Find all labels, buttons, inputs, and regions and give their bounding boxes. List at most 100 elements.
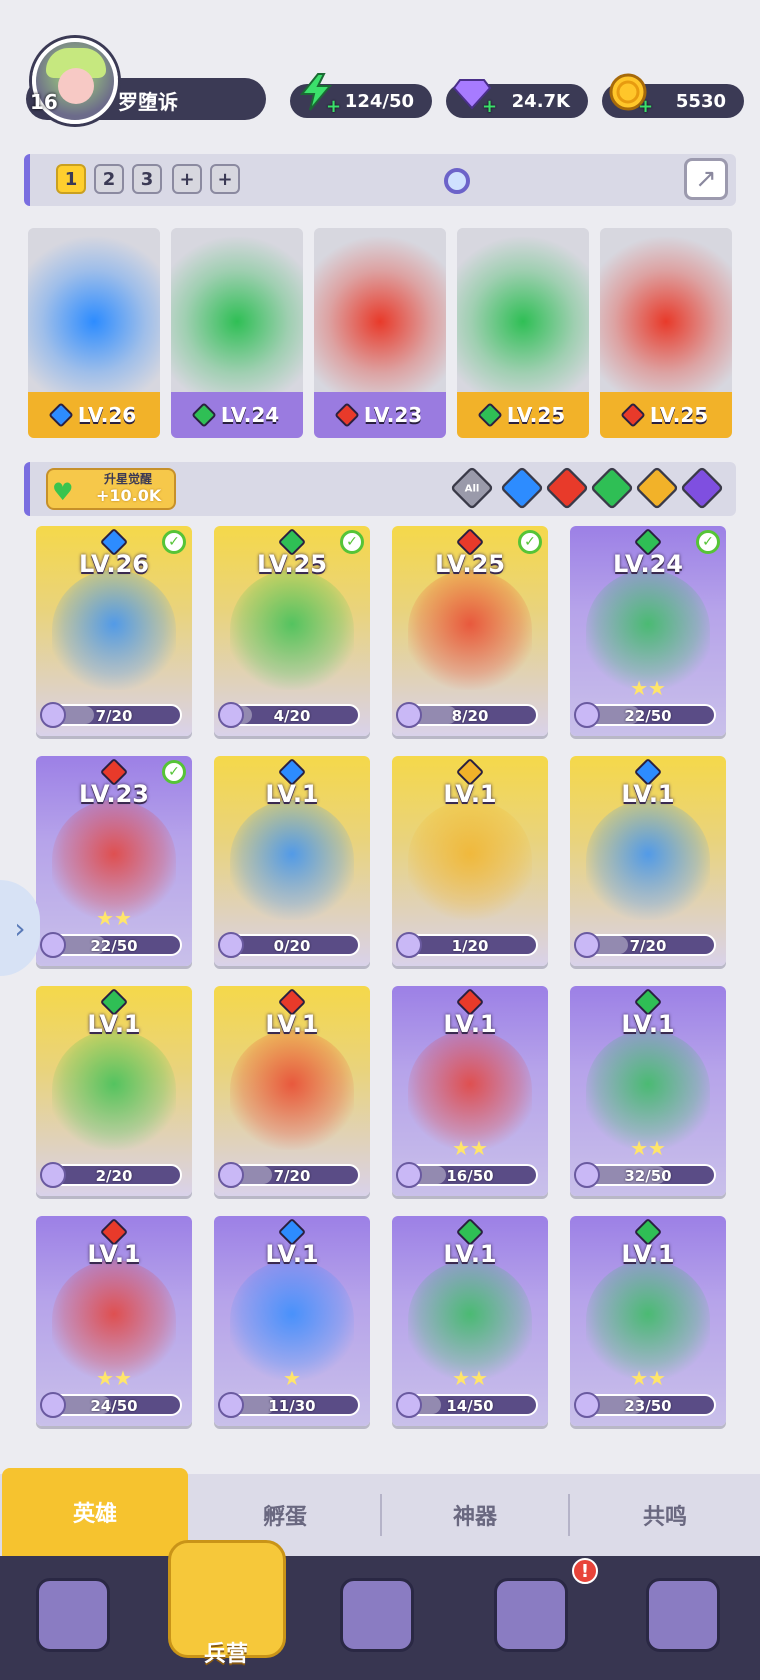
team-slot[interactable]: LV.26 bbox=[28, 228, 160, 438]
hero-level: LV.1 bbox=[265, 1010, 319, 1038]
wind-element-icon bbox=[477, 402, 503, 428]
hero-level: LV.1 bbox=[621, 1240, 675, 1268]
team-slot[interactable]: LV.25 bbox=[457, 228, 589, 438]
team-slot-level: LV.23 bbox=[363, 403, 423, 427]
share-icon[interactable]: ↗ bbox=[684, 158, 728, 200]
shard-icon bbox=[396, 932, 422, 958]
shard-icon bbox=[396, 1162, 422, 1188]
team-tab-add-1[interactable]: + bbox=[172, 164, 202, 194]
team-slot-level: LV.25 bbox=[506, 403, 566, 427]
hero-portrait bbox=[171, 228, 303, 398]
hero-card[interactable]: LV.1 2/20 bbox=[36, 986, 192, 1196]
awaken-title: 升星觉醒 bbox=[104, 472, 153, 486]
hero-level: LV.1 bbox=[443, 780, 497, 808]
shard-count: 22/50 bbox=[90, 937, 138, 955]
shard-count: 4/20 bbox=[273, 707, 311, 725]
shard-count: 23/50 bbox=[624, 1397, 672, 1415]
hero-portrait bbox=[457, 228, 589, 398]
top-bar: 16 罗堕诉 124/50 + 24.7K + 5530 + bbox=[0, 0, 760, 124]
shard-icon bbox=[396, 702, 422, 728]
tab-artifacts[interactable]: 神器 bbox=[382, 1474, 568, 1556]
hero-level: LV.1 bbox=[87, 1240, 141, 1268]
team-tab-2[interactable]: 2 bbox=[94, 164, 124, 194]
shard-progress: 16/50 bbox=[402, 1164, 538, 1186]
shard-progress: 7/20 bbox=[224, 1164, 360, 1186]
avatar-face bbox=[58, 68, 94, 104]
hero-card[interactable]: LV.1 0/20 bbox=[214, 756, 370, 966]
hero-level: LV.1 bbox=[443, 1010, 497, 1038]
shard-icon bbox=[218, 1162, 244, 1188]
energy-value: 124/50 bbox=[344, 90, 414, 112]
zoom-icon[interactable] bbox=[444, 168, 470, 194]
hero-portrait bbox=[408, 1260, 532, 1380]
hero-card[interactable]: LV.1 ★★ 32/50 bbox=[570, 986, 726, 1196]
hero-portrait bbox=[408, 570, 532, 690]
hero-portrait bbox=[586, 1030, 710, 1150]
hero-card[interactable]: LV.26 ✓ 7/20 bbox=[36, 526, 192, 736]
gems-value: 24.7K bbox=[511, 90, 570, 112]
team-slot[interactable]: LV.24 bbox=[171, 228, 303, 438]
hero-portrait bbox=[230, 570, 354, 690]
hero-card[interactable]: LV.1 ★ 11/30 bbox=[214, 1216, 370, 1426]
hero-card[interactable]: LV.1 ★★ 14/50 bbox=[392, 1216, 548, 1426]
team-tab-add-2[interactable]: + bbox=[210, 164, 240, 194]
hero-card[interactable]: LV.1 7/20 bbox=[214, 986, 370, 1196]
shard-icon bbox=[218, 932, 244, 958]
hero-portrait bbox=[230, 1260, 354, 1380]
shard-icon bbox=[40, 1162, 66, 1188]
hero-level: LV.1 bbox=[621, 780, 675, 808]
shard-progress: 7/20 bbox=[580, 934, 716, 956]
side-expand-arrow-icon[interactable]: › bbox=[0, 880, 40, 976]
hero-card[interactable]: LV.1 1/20 bbox=[392, 756, 548, 966]
hero-card[interactable]: LV.25 ✓ 8/20 bbox=[392, 526, 548, 736]
team-slot[interactable]: LV.25 bbox=[600, 228, 732, 438]
team-slot[interactable]: LV.23 bbox=[314, 228, 446, 438]
fire-element-icon bbox=[334, 402, 360, 428]
alert-badge: ! bbox=[572, 1558, 598, 1584]
shard-count: 7/20 bbox=[273, 1167, 311, 1185]
shard-icon bbox=[40, 1392, 66, 1418]
in-team-check-icon: ✓ bbox=[162, 760, 186, 784]
hero-stars: ★★ bbox=[630, 676, 666, 700]
filter-label: All bbox=[464, 482, 480, 494]
energy-plus-icon[interactable]: + bbox=[326, 96, 341, 117]
in-team-check-icon: ✓ bbox=[696, 530, 720, 554]
hero-level: LV.25 bbox=[435, 550, 505, 578]
tab-heroes[interactable]: 英雄 bbox=[2, 1468, 188, 1556]
hero-stars: ★★ bbox=[452, 1366, 488, 1390]
hero-card[interactable]: LV.1 ★★ 24/50 bbox=[36, 1216, 192, 1426]
hero-card[interactable]: LV.1 ★★ 16/50 bbox=[392, 986, 548, 1196]
team-slot-footer: LV.23 bbox=[314, 392, 446, 438]
team-tab-1[interactable]: 1 bbox=[56, 164, 86, 194]
wind-element-icon bbox=[191, 402, 217, 428]
map-book-icon[interactable] bbox=[340, 1578, 414, 1652]
coins-plus-icon[interactable]: + bbox=[638, 96, 653, 117]
mushroom-icon[interactable] bbox=[646, 1578, 720, 1652]
hero-portrait bbox=[586, 1260, 710, 1380]
hero-stars: ★★ bbox=[630, 1366, 666, 1390]
fire-element-icon bbox=[620, 402, 646, 428]
hero-portrait bbox=[52, 1030, 176, 1150]
shard-progress: 1/20 bbox=[402, 934, 538, 956]
team-tab-3[interactable]: 3 bbox=[132, 164, 162, 194]
team-slot-footer: LV.24 bbox=[171, 392, 303, 438]
shard-count: 32/50 bbox=[624, 1167, 672, 1185]
shard-icon bbox=[40, 932, 66, 958]
hero-level: LV.1 bbox=[265, 780, 319, 808]
gems-plus-icon[interactable]: + bbox=[482, 96, 497, 117]
cards-icon[interactable] bbox=[36, 1578, 110, 1652]
hero-portrait bbox=[230, 800, 354, 920]
hero-card[interactable]: LV.1 7/20 bbox=[570, 756, 726, 966]
shard-count: 7/20 bbox=[95, 707, 133, 725]
shard-icon bbox=[40, 702, 66, 728]
hero-card[interactable]: LV.23 ✓ ★★ 22/50 bbox=[36, 756, 192, 966]
barracks-label: 兵营 bbox=[203, 1642, 248, 1667]
shop-icon[interactable] bbox=[494, 1578, 568, 1652]
hero-level: LV.1 bbox=[621, 1010, 675, 1038]
hero-card[interactable]: LV.24 ✓ ★★ 22/50 bbox=[570, 526, 726, 736]
hero-card[interactable]: LV.25 ✓ 4/20 bbox=[214, 526, 370, 736]
shard-progress: 0/20 bbox=[224, 934, 360, 956]
tab-resonance[interactable]: 共鸣 bbox=[570, 1474, 760, 1556]
hero-card[interactable]: LV.1 ★★ 23/50 bbox=[570, 1216, 726, 1426]
shard-count: 7/20 bbox=[629, 937, 667, 955]
